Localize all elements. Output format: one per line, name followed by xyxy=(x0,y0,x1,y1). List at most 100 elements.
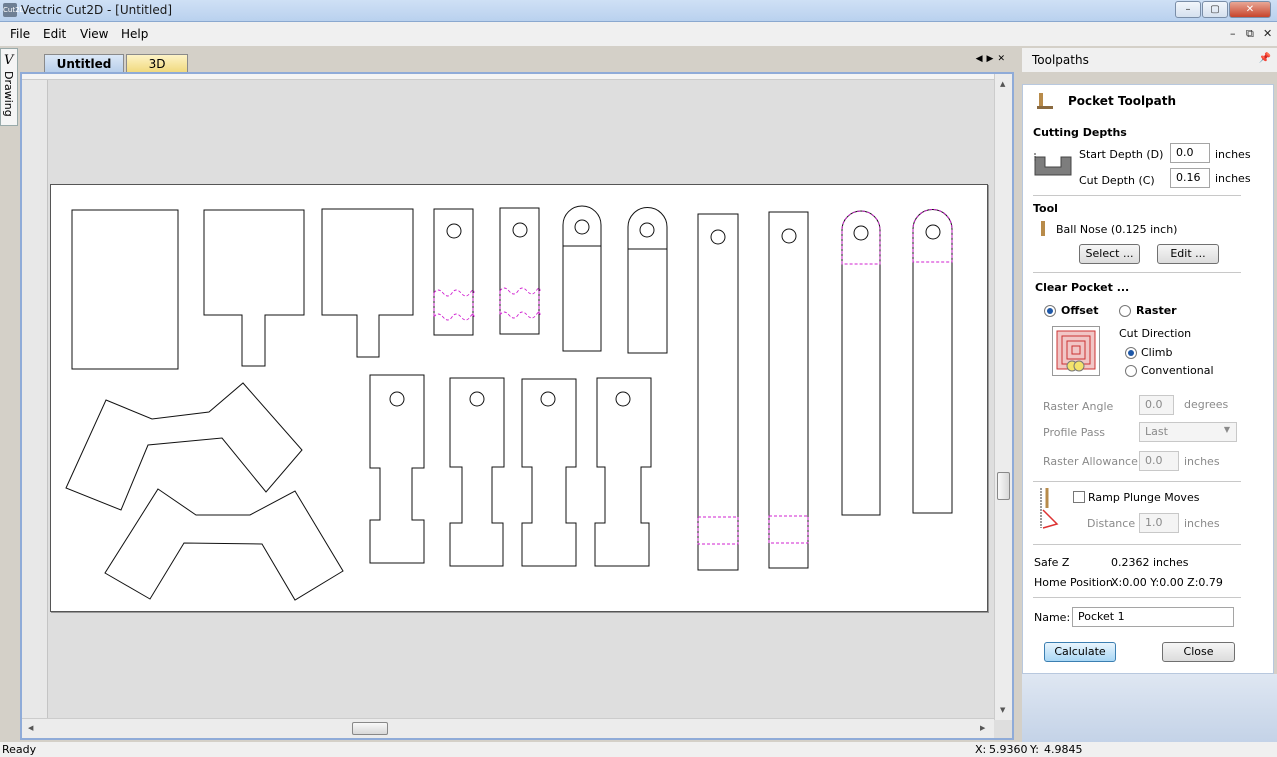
raster-angle-label: Raster Angle xyxy=(1043,400,1114,413)
raster-allowance-label: Raster Allowance xyxy=(1043,455,1138,468)
close-icon[interactable]: ✕ xyxy=(1229,1,1271,18)
edit-tool-button[interactable]: Edit ... xyxy=(1157,244,1219,264)
start-depth-input[interactable]: 0.0 xyxy=(1170,143,1210,163)
start-depth-unit: inches xyxy=(1215,148,1251,161)
vector-hole[interactable] xyxy=(710,229,726,245)
vector-hole[interactable] xyxy=(639,222,655,238)
select-tool-button[interactable]: Select ... xyxy=(1079,244,1140,264)
status-bar: Ready X: 5.9360 Y: 4.9845 xyxy=(0,742,1277,757)
horizontal-ruler xyxy=(22,74,1012,80)
maximize-icon[interactable]: ▢ xyxy=(1202,1,1228,18)
window-title: Vectric Cut2D - [Untitled] xyxy=(21,3,172,17)
vector-strip-1[interactable] xyxy=(433,208,474,336)
close-button[interactable]: Close xyxy=(1162,642,1235,662)
minimize-icon[interactable]: – xyxy=(1175,1,1201,18)
vector-hole[interactable] xyxy=(469,391,485,407)
depth-diagram-icon xyxy=(1034,153,1072,176)
vector-dogbone-1[interactable] xyxy=(369,374,425,564)
vector-long-strip-2[interactable] xyxy=(768,211,809,569)
offset-radio[interactable] xyxy=(1044,305,1056,317)
vector-dogbone-3[interactable] xyxy=(521,378,577,567)
safe-z-label: Safe Z xyxy=(1034,556,1070,569)
menu-view[interactable]: View xyxy=(80,27,108,41)
toolpath-name-input[interactable]: Pocket 1 xyxy=(1072,607,1234,627)
scroll-right-icon[interactable]: ▶ xyxy=(980,724,985,732)
toolpath-wave xyxy=(499,311,541,319)
tab-close-icon[interactable]: ✕ xyxy=(997,54,1009,64)
divider xyxy=(1033,481,1241,482)
vertical-scrollbar[interactable]: ▲ ▼ xyxy=(994,74,1012,720)
tab-navigation: ◀▶✕ xyxy=(976,54,1009,64)
mdi-minimize-icon[interactable]: – xyxy=(1230,27,1236,40)
vector-tab-shape-1[interactable] xyxy=(203,209,305,367)
pocket-toolpath-icon xyxy=(1037,93,1053,109)
climb-label: Climb xyxy=(1141,346,1173,359)
conventional-radio[interactable] xyxy=(1125,365,1137,377)
profile-pass-value: Last xyxy=(1145,425,1168,438)
vector-hole[interactable] xyxy=(574,219,590,235)
vector-drawing[interactable] xyxy=(51,185,989,613)
vector-chevron-2[interactable] xyxy=(104,488,344,601)
vector-hole[interactable] xyxy=(446,223,462,239)
tab-3d-view[interactable]: 3D View xyxy=(126,54,188,85)
vector-long-rounded-strip-2[interactable] xyxy=(912,209,953,514)
vertical-scroll-thumb[interactable] xyxy=(997,472,1010,500)
divider xyxy=(1033,272,1241,273)
pin-icon[interactable]: 📌 xyxy=(1259,53,1271,64)
calculate-button[interactable]: Calculate xyxy=(1044,642,1116,662)
scroll-down-icon[interactable]: ▼ xyxy=(1000,706,1005,714)
vector-rounded-strip-1[interactable] xyxy=(562,205,602,352)
scroll-left-icon[interactable]: ◀ xyxy=(28,724,33,732)
vector-tab-shape-2[interactable] xyxy=(321,208,414,358)
tab-untitled[interactable]: Untitled xyxy=(44,54,124,73)
raster-radio[interactable] xyxy=(1119,305,1131,317)
climb-radio[interactable] xyxy=(1125,347,1137,359)
mdi-restore-icon[interactable]: ⧉ xyxy=(1246,27,1254,41)
chevron-left-icon[interactable]: ◀ xyxy=(976,54,987,64)
vector-hole[interactable] xyxy=(512,222,528,238)
toolpath-wave xyxy=(433,313,475,321)
home-position-value: X:0.00 Y:0.00 Z:0.79 xyxy=(1111,576,1223,589)
vectric-v-icon: V xyxy=(4,53,14,68)
cursor-x-value: 5.9360 xyxy=(989,743,1028,756)
panel-background xyxy=(1022,674,1277,744)
chevron-down-icon[interactable]: ▼ xyxy=(1224,425,1230,434)
ramp-distance-input[interactable]: 1.0 xyxy=(1139,513,1179,533)
material-sheet[interactable] xyxy=(50,184,988,612)
menu-file[interactable]: File xyxy=(10,27,30,41)
vector-hole[interactable] xyxy=(615,391,631,407)
scroll-up-icon[interactable]: ▲ xyxy=(1000,80,1005,88)
vector-strip-2[interactable] xyxy=(499,207,540,335)
raster-angle-input[interactable]: 0.0 xyxy=(1139,395,1174,415)
cut-depth-input[interactable]: 0.16 xyxy=(1170,168,1210,188)
vector-hole[interactable] xyxy=(540,391,556,407)
pocket-toolpath-panel: Pocket Toolpath Cutting Depths Start Dep… xyxy=(1022,84,1274,674)
mdi-close-icon[interactable]: ✕ xyxy=(1263,27,1272,40)
divider xyxy=(1033,195,1241,196)
ramp-plunge-checkbox[interactable] xyxy=(1073,491,1085,503)
document-tabs: Untitled 3D View ◀▶✕ xyxy=(20,48,1017,85)
drawing-side-tab[interactable]: V Drawing xyxy=(0,48,18,126)
menu-help[interactable]: Help xyxy=(121,27,148,41)
profile-pass-select[interactable]: Last ▼ xyxy=(1139,422,1237,442)
chevron-right-icon[interactable]: ▶ xyxy=(987,54,998,64)
vector-hole[interactable] xyxy=(781,228,797,244)
vector-long-rounded-strip-1[interactable] xyxy=(841,210,881,516)
ramp-plunge-icon xyxy=(1040,488,1059,529)
raster-allowance-input[interactable]: 0.0 xyxy=(1139,451,1179,471)
horizontal-scroll-thumb[interactable] xyxy=(352,722,388,735)
menu-edit[interactable]: Edit xyxy=(43,27,66,41)
start-depth-label: Start Depth (D) xyxy=(1079,148,1164,161)
tool-name: Ball Nose (0.125 inch) xyxy=(1056,223,1178,236)
vector-rect-large[interactable] xyxy=(71,209,179,370)
vector-hole[interactable] xyxy=(389,391,405,407)
vector-chevron-1[interactable] xyxy=(65,382,303,511)
vector-hole[interactable] xyxy=(853,225,869,241)
horizontal-scrollbar[interactable]: ◀ ▶ xyxy=(22,718,994,738)
offset-pattern-icon xyxy=(1052,326,1100,376)
name-label: Name: xyxy=(1034,611,1071,624)
menu-bar: File Edit View Help – ⧉ ✕ xyxy=(0,22,1277,46)
vector-hole[interactable] xyxy=(925,224,941,240)
drawing-viewport[interactable]: ▲ ▼ ◀ ▶ xyxy=(20,72,1014,740)
vector-rounded-strip-2[interactable] xyxy=(627,207,668,354)
